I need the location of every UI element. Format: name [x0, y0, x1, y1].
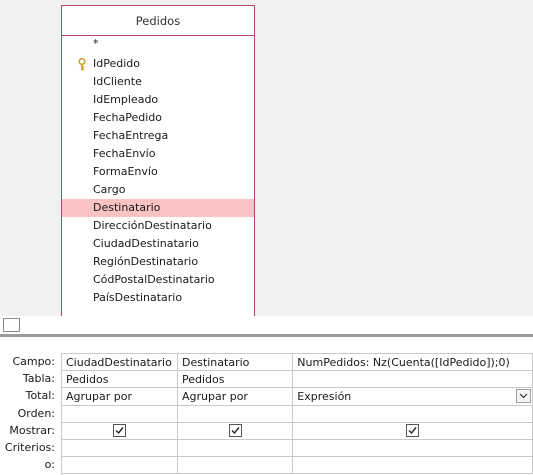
row-label-campo: Campo: [12, 355, 55, 368]
cell-o-3[interactable] [292, 456, 533, 475]
cell-mostrar-2 [176, 421, 294, 440]
field-item-ciudaddestinatario[interactable]: CiudadDestinatario [62, 235, 254, 253]
field-item-fechaenvio[interactable]: FechaEnvío [62, 145, 254, 163]
field-label: Destinatario [93, 201, 161, 214]
grid-row-mostrar [61, 421, 533, 440]
field-label: FormaEnvío [93, 165, 158, 178]
table-design-area: Pedidos * IdPedido IdCliente IdEmpleado … [0, 0, 533, 316]
field-list: * IdPedido IdCliente IdEmpleado FechaPed… [62, 37, 254, 307]
cell-tabla-1[interactable]: Pedidos [61, 370, 178, 389]
field-item-paisdestinatario[interactable]: PaísDestinatario [62, 289, 254, 307]
grid-row-orden [61, 404, 533, 423]
field-label: IdCliente [93, 75, 142, 88]
row-label-criterios: Criterios: [4, 440, 55, 454]
cell-campo-2[interactable]: Destinatario [176, 352, 294, 372]
row-label-orden: Orden: [17, 406, 55, 420]
cell-mostrar-3 [292, 421, 533, 440]
row-label-mostrar: Mostrar: [9, 423, 55, 437]
field-label: * [93, 37, 99, 50]
key-icon [77, 57, 87, 71]
grid-row-campo: CiudadDestinatario Destinatario NumPedid… [61, 352, 533, 372]
row-label-o: o: [44, 458, 55, 472]
chevron-down-icon [519, 393, 528, 399]
field-item-cargo[interactable]: Cargo [62, 181, 254, 199]
row-label-tabla: Tabla: [22, 372, 55, 386]
table-field-list-pedidos[interactable]: Pedidos * IdPedido IdCliente IdEmpleado … [61, 5, 255, 316]
query-design-grid: Campo: Tabla: Total: Orden: Mostrar: Cri… [0, 337, 533, 475]
cell-criterios-3[interactable] [292, 438, 533, 458]
cell-orden-2[interactable] [176, 404, 294, 423]
cell-criterios-1[interactable] [61, 438, 178, 458]
splitter-handle[interactable] [3, 318, 20, 332]
field-label: CiudadDestinatario [93, 237, 199, 250]
pane-splitter[interactable] [0, 316, 533, 337]
field-item-fechapedido[interactable]: FechaPedido [62, 109, 254, 127]
cell-total-2[interactable]: Agrupar por [176, 387, 294, 406]
field-item-idempleado[interactable]: IdEmpleado [62, 91, 254, 109]
check-icon [115, 427, 124, 435]
field-item-regiondestinatario[interactable]: RegiónDestinatario [62, 253, 254, 271]
grid-row-o [61, 456, 533, 475]
field-label: FechaEnvío [93, 147, 156, 160]
table-title[interactable]: Pedidos [62, 6, 254, 36]
cell-total-1[interactable]: Agrupar por [61, 387, 178, 406]
show-checkbox-3[interactable] [406, 424, 420, 438]
field-label: FechaEntrega [93, 129, 169, 142]
field-item-direcciondestinatario[interactable]: DirecciónDestinatario [62, 217, 254, 235]
field-label: FechaPedido [93, 111, 163, 124]
field-label: DirecciónDestinatario [93, 219, 212, 232]
cell-campo-1[interactable]: CiudadDestinatario [61, 352, 178, 372]
cell-tabla-3[interactable] [292, 370, 533, 389]
grid-row-total: Agrupar por Agrupar por Expresión [61, 387, 533, 406]
field-label: Cargo [93, 183, 126, 196]
cell-total-3[interactable]: Expresión [292, 387, 533, 406]
grid-row-tabla: Pedidos Pedidos [61, 370, 533, 389]
cell-orden-3[interactable] [292, 404, 533, 423]
field-label: PaísDestinatario [93, 291, 183, 304]
field-label: IdPedido [93, 57, 140, 70]
field-item-idcliente[interactable]: IdCliente [62, 73, 254, 91]
field-item-fechaentrega[interactable]: FechaEntrega [62, 127, 254, 145]
grid-row-labels: Campo: Tabla: Total: Orden: Mostrar: Cri… [0, 353, 58, 473]
field-label: CódPostalDestinatario [93, 273, 215, 286]
check-icon [408, 427, 417, 435]
field-item-destinatario[interactable]: Destinatario [62, 199, 254, 217]
cell-criterios-2[interactable] [176, 438, 294, 458]
cell-tabla-2[interactable]: Pedidos [176, 370, 294, 389]
total-dropdown-button[interactable] [516, 389, 531, 404]
show-checkbox-1[interactable] [112, 424, 126, 438]
qbe-table: CiudadDestinatario Destinatario NumPedid… [61, 352, 533, 475]
cell-orden-1[interactable] [61, 404, 178, 423]
total-value: Expresión [297, 389, 352, 403]
field-item-idpedido[interactable]: IdPedido [62, 55, 254, 73]
cell-o-1[interactable] [61, 456, 178, 475]
grid-row-criterios [61, 438, 533, 458]
cell-campo-3[interactable]: NumPedidos: Nz(Cuenta([IdPedido]);0) [292, 352, 533, 372]
field-item-formaenvio[interactable]: FormaEnvío [62, 163, 254, 181]
row-label-total: Total: [25, 389, 55, 403]
field-label: RegiónDestinatario [93, 255, 199, 268]
cell-mostrar-1 [61, 421, 178, 440]
check-icon [231, 427, 240, 435]
show-checkbox-2[interactable] [228, 424, 242, 438]
field-item-all[interactable]: * [62, 37, 254, 55]
field-label: IdEmpleado [93, 93, 159, 106]
field-item-codpostaldestinatario[interactable]: CódPostalDestinatario [62, 271, 254, 289]
cell-o-2[interactable] [176, 456, 294, 475]
